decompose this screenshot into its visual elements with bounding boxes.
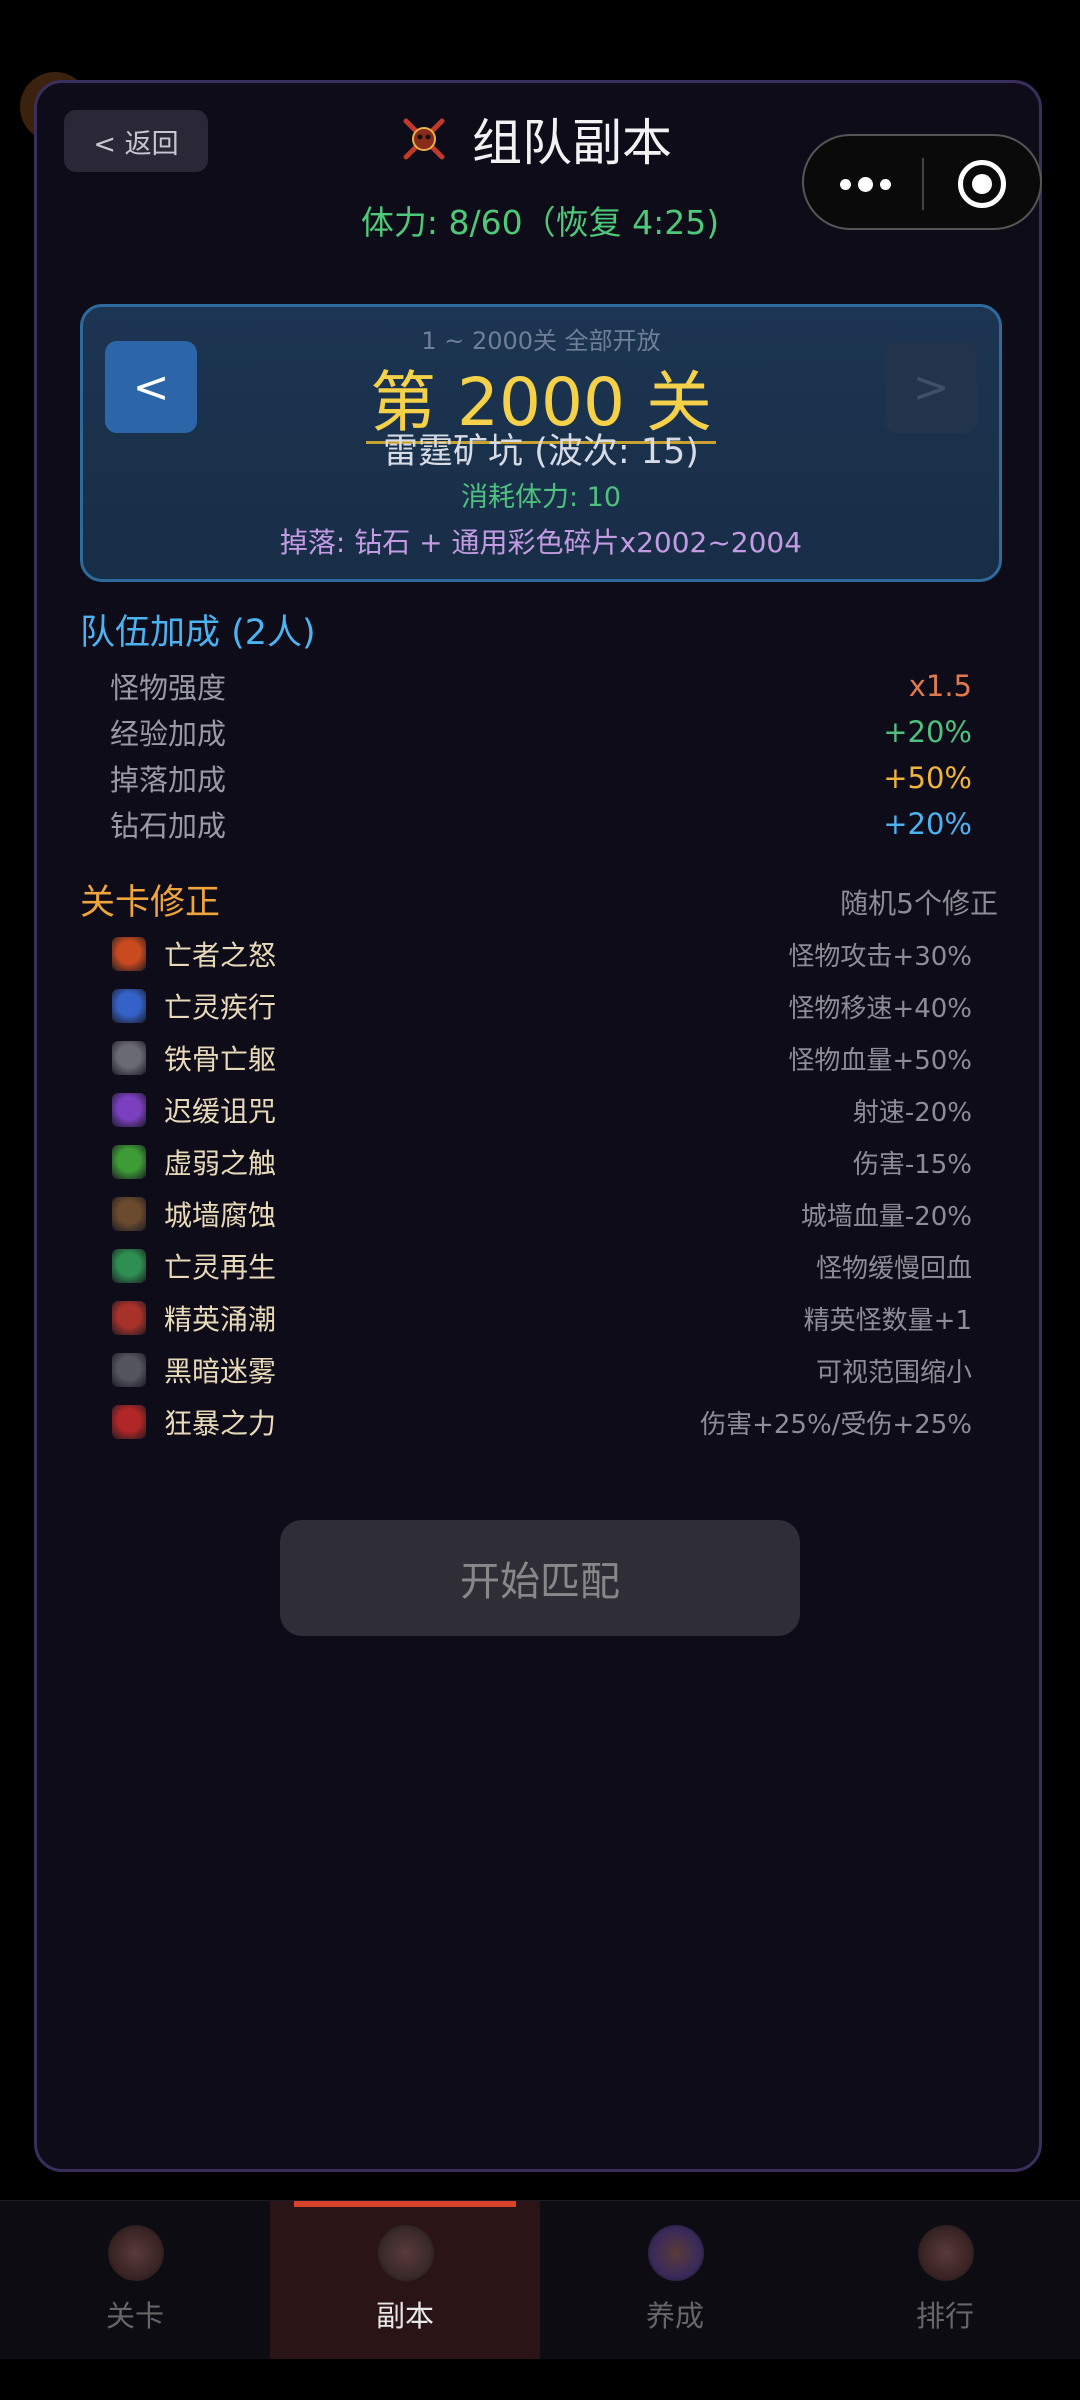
page-title: 组队副本 (472, 114, 672, 172)
modifier-effect: 射速-20% (852, 1097, 972, 1128)
heal-icon (112, 1249, 146, 1283)
lightning-icon (112, 989, 146, 1023)
modifier-name: 城墙腐蚀 (164, 1199, 277, 1232)
tab-1[interactable]: 副本 (270, 2201, 540, 2359)
modifier-effect: 怪物缓慢回血 (815, 1253, 972, 1284)
elite-skull-icon (112, 1301, 146, 1335)
stage-drop: 掉落: 钻石 + 通用彩色碎片x2002~2004 (279, 526, 803, 559)
team-bonus-title: 队伍加成 (2人) (80, 613, 316, 653)
tab-3[interactable]: 排行 (810, 2201, 1080, 2359)
modifiers-title: 关卡修正 (80, 883, 221, 923)
tab-label: 副本 (375, 2299, 434, 2333)
modifier-name: 虚弱之触 (164, 1147, 277, 1180)
green-hand-icon (112, 1145, 146, 1179)
modifier-row: 亡灵疾行 怪物移速+40% (112, 984, 972, 1028)
bonus-value: +20% (883, 807, 972, 841)
bonus-label: 经验加成 (110, 717, 227, 751)
bonus-label: 怪物强度 (110, 671, 227, 705)
tab-label: 排行 (915, 2299, 974, 2333)
title-row: 组队副本 (400, 104, 672, 174)
flame-skull-icon (112, 937, 146, 971)
crossed-swords-skull-icon (403, 118, 445, 160)
rage-icon (112, 1405, 146, 1439)
more-icon[interactable] (840, 136, 891, 232)
bottom-tab-bar: 关卡 副本 养成 排行 (0, 2200, 1080, 2359)
modifier-row: 迟缓诅咒 射速-20% (112, 1088, 972, 1132)
bonus-row: 经验加成 +20% (110, 712, 972, 752)
modifier-row: 精英涌潮 精英怪数量+1 (112, 1296, 972, 1340)
stage-portal-icon (108, 2225, 164, 2281)
modifier-effect: 怪物攻击+30% (788, 941, 972, 972)
modifier-name: 亡灵疾行 (164, 991, 277, 1024)
modifier-row: 虚弱之触 伤害-15% (112, 1140, 972, 1184)
modifier-row: 城墙腐蚀 城墙血量-20% (112, 1192, 972, 1236)
upgrade-orbs-icon (648, 2225, 704, 2281)
modifier-row: 狂暴之力 伤害+25%/受伤+25% (112, 1400, 972, 1444)
start-match-button[interactable]: 开始匹配 (280, 1520, 800, 1636)
modifier-effect: 精英怪数量+1 (803, 1305, 972, 1336)
capsule-divider (922, 158, 924, 210)
stage-cost: 消耗体力: 10 (460, 482, 622, 513)
modifier-row: 亡灵再生 怪物缓慢回血 (112, 1244, 972, 1288)
modifier-effect: 伤害+25%/受伤+25% (700, 1409, 972, 1440)
bonus-row: 怪物强度 x1.5 (110, 666, 972, 706)
ranking-portal-icon (918, 2225, 974, 2281)
modifier-row: 黑暗迷雾 可视范围缩小 (112, 1348, 972, 1392)
stage-name: 雷霆矿坑 (波次: 15) (383, 432, 699, 472)
modifier-name: 迟缓诅咒 (164, 1095, 277, 1128)
modifier-name: 铁骨亡躯 (164, 1043, 277, 1076)
bonus-value: x1.5 (908, 669, 972, 703)
modifier-effect: 伤害-15% (852, 1149, 972, 1180)
modifier-row: 亡者之怒 怪物攻击+30% (112, 932, 972, 976)
bonus-row: 掉落加成 +50% (110, 758, 972, 798)
modifier-name: 狂暴之力 (164, 1407, 277, 1440)
modifiers-note: 随机5个修正 (840, 887, 998, 920)
tab-label: 关卡 (105, 2299, 164, 2333)
dungeon-portal-icon (378, 2225, 434, 2281)
bonus-label: 钻石加成 (110, 809, 227, 843)
modifier-name: 亡灵再生 (164, 1251, 277, 1284)
close-target-icon[interactable] (958, 160, 1006, 208)
bonus-value: +50% (883, 761, 972, 795)
fog-icon (112, 1353, 146, 1387)
back-button[interactable]: < 返回 (64, 110, 208, 172)
tab-label: 养成 (645, 2299, 704, 2333)
bonus-row: 钻石加成 +20% (110, 804, 972, 844)
modifier-row: 铁骨亡躯 怪物血量+50% (112, 1036, 972, 1080)
modifier-effect: 怪物移速+40% (788, 993, 972, 1024)
stage-selector: 1 ~ 2000关 全部开放 < > 第 2000 关 雷霆矿坑 (波次: 15… (80, 304, 1002, 582)
rot-wall-icon (112, 1197, 146, 1231)
curse-orb-icon (112, 1093, 146, 1127)
tab-0[interactable]: 关卡 (0, 2201, 270, 2359)
modifier-effect: 怪物血量+50% (788, 1045, 972, 1076)
tab-2[interactable]: 养成 (540, 2201, 810, 2359)
bonus-label: 掉落加成 (110, 763, 227, 797)
shield-icon (112, 1041, 146, 1075)
bonus-value: +20% (883, 715, 972, 749)
modifier-name: 黑暗迷雾 (164, 1355, 277, 1388)
modifier-name: 精英涌潮 (164, 1303, 277, 1336)
modifier-effect: 城墙血量-20% (800, 1201, 972, 1232)
modifier-effect: 可视范围缩小 (815, 1357, 972, 1388)
miniprogram-capsule (802, 134, 1042, 230)
modifier-name: 亡者之怒 (164, 939, 277, 972)
